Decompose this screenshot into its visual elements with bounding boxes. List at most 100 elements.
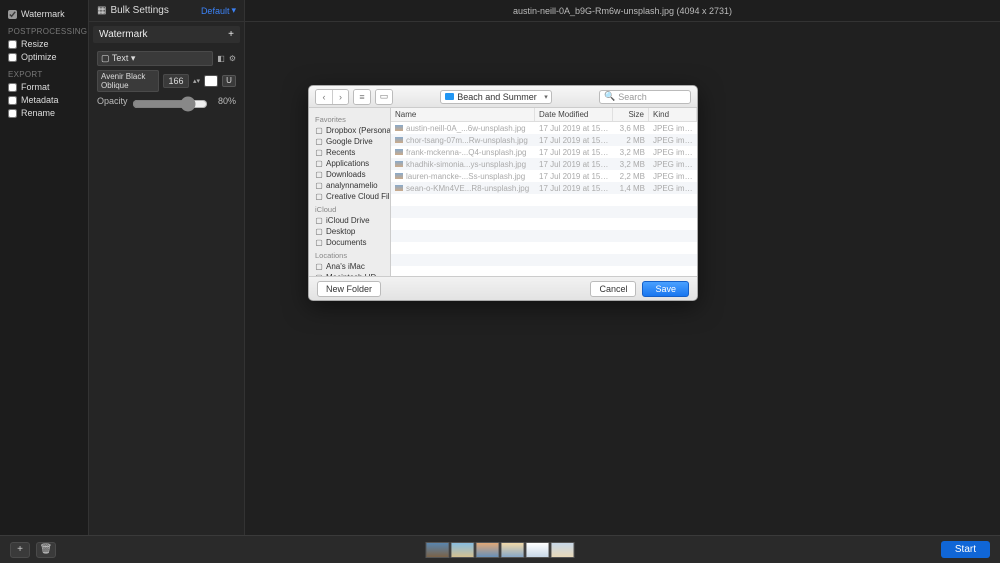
left-sidebar: Watermark POSTPROCESSING Resize Optimize… <box>0 0 88 535</box>
bottom-bar: + 🗑 Start <box>0 535 1000 563</box>
sidebar-item-metadata[interactable]: Metadata <box>8 95 80 105</box>
folder-dropdown[interactable]: Beach and Summer <box>440 90 552 104</box>
sidebar-heading: Favorites <box>309 112 390 125</box>
file-row[interactable]: khadhik-simonia...ys-unsplash.jpg17 Jul … <box>391 158 697 170</box>
search-icon: 🔍 <box>604 91 615 102</box>
col-date[interactable]: Date Modified <box>535 108 613 121</box>
thumbnail-icon <box>395 161 403 167</box>
sidebar-item-icloud[interactable]: ▢Documents <box>309 237 390 248</box>
thumbnail-icon <box>395 149 403 155</box>
checkbox-format[interactable] <box>8 83 17 92</box>
filmstrip-thumb[interactable] <box>451 542 475 558</box>
filmstrip-thumb[interactable] <box>526 542 550 558</box>
gear-icon[interactable]: ⚙ <box>229 54 236 63</box>
new-folder-button[interactable]: New Folder <box>317 281 381 297</box>
cancel-button[interactable]: Cancel <box>590 281 636 297</box>
sidebar-item-favorite[interactable]: ▢Downloads <box>309 169 390 180</box>
opacity-label: Opacity <box>97 96 128 106</box>
file-row-empty <box>391 254 697 266</box>
sidebar-item-favorite[interactable]: ▢Applications <box>309 158 390 169</box>
watermark-group-header[interactable]: Watermark + <box>93 26 240 43</box>
sidebar-item-favorite[interactable]: ▢Recents <box>309 147 390 158</box>
file-row-empty <box>391 242 697 254</box>
checkbox-resize[interactable] <box>8 40 17 49</box>
stepper-icon[interactable]: ▴▾ <box>193 77 200 85</box>
canvas-filename: austin-neill-0A_b9G-Rm6w-unsplash.jpg (4… <box>513 6 732 16</box>
add-button[interactable]: + <box>10 542 30 558</box>
file-list: Name Date Modified Size Kind austin-neil… <box>391 108 697 276</box>
file-row[interactable]: sean-o-KMn4VE...R8-unsplash.jpg17 Jul 20… <box>391 182 697 194</box>
folder-icon: ▢ <box>315 149 323 157</box>
file-row[interactable]: frank-mckenna-...Q4-unsplash.jpg17 Jul 2… <box>391 146 697 158</box>
checkbox-watermark[interactable] <box>8 10 17 19</box>
sidebar-item-location[interactable]: ▢Ana's iMac <box>309 261 390 272</box>
col-kind[interactable]: Kind <box>649 108 697 121</box>
filmstrip-thumb[interactable] <box>501 542 525 558</box>
sidebar-item-icloud[interactable]: ▢Desktop <box>309 226 390 237</box>
file-row[interactable]: lauren-mancke-...Ss-unsplash.jpg17 Jul 2… <box>391 170 697 182</box>
nav-back-forward[interactable]: ‹ › <box>315 89 349 105</box>
align-icon[interactable]: ◧ <box>217 54 225 63</box>
color-picker[interactable] <box>204 75 218 87</box>
opacity-value: 80% <box>212 96 236 106</box>
forward-button[interactable]: › <box>332 90 348 104</box>
col-size[interactable]: Size <box>613 108 649 121</box>
filmstrip-thumb[interactable] <box>476 542 500 558</box>
watermark-group: Watermark + ▢ Text ▾ ◧ ⚙ Avenir Black Ob… <box>93 26 240 116</box>
sidebar-item-optimize[interactable]: Optimize <box>8 52 80 62</box>
dialog-toolbar: ‹ › ≡ ▭ Beach and Summer 🔍 Search <box>309 86 697 108</box>
sidebar-item-favorite[interactable]: ▢Creative Cloud Files <box>309 191 390 202</box>
sidebar-heading: Locations <box>309 248 390 261</box>
file-row[interactable]: austin-neill-0A_...6w-unsplash.jpg17 Jul… <box>391 122 697 134</box>
folder-name: Beach and Summer <box>457 92 537 102</box>
sidebar-item-rename[interactable]: Rename <box>8 108 80 118</box>
filmstrip-thumb[interactable] <box>551 542 575 558</box>
file-row[interactable]: chor-tsang-07m...Rw-unsplash.jpg17 Jul 2… <box>391 134 697 146</box>
folder-icon <box>445 93 454 100</box>
preset-dropdown[interactable]: Default▾ <box>201 5 236 16</box>
sidebar-item-resize[interactable]: Resize <box>8 39 80 49</box>
list-view-icon[interactable]: ≡ <box>354 90 370 104</box>
checkbox-metadata[interactable] <box>8 96 17 105</box>
back-button[interactable]: ‹ <box>316 90 332 104</box>
filmstrip-thumb[interactable] <box>426 542 450 558</box>
column-headers[interactable]: Name Date Modified Size Kind <box>391 108 697 122</box>
thumbnail-icon <box>395 173 403 179</box>
search-field[interactable]: 🔍 Search <box>599 90 691 104</box>
start-button[interactable]: Start <box>941 541 990 558</box>
thumbnail-icon <box>395 125 403 131</box>
opacity-slider[interactable] <box>132 96 208 112</box>
save-button[interactable]: Save <box>642 281 689 297</box>
sidebar-item-favorite[interactable]: ▢analynnamelio <box>309 180 390 191</box>
view-mode-group[interactable]: ≡ <box>353 89 371 105</box>
sidebar-item-favorite[interactable]: ▢Google Drive <box>309 136 390 147</box>
watermark-type-select[interactable]: ▢ Text ▾ <box>97 51 213 66</box>
group-title: Watermark <box>99 29 148 40</box>
filmstrip[interactable] <box>426 542 575 558</box>
checkbox-rename[interactable] <box>8 109 17 118</box>
folder-button[interactable]: ▭ <box>376 90 392 104</box>
sidebar-item-icloud[interactable]: ▢iCloud Drive <box>309 215 390 226</box>
sidebar-heading: iCloud <box>309 202 390 215</box>
canvas-titlebar: austin-neill-0A_b9G-Rm6w-unsplash.jpg (4… <box>245 0 1000 22</box>
font-size-input[interactable] <box>163 74 189 88</box>
folder-icon: ▢ <box>315 160 323 168</box>
file-row-empty <box>391 206 697 218</box>
settings-header: ▦Bulk Settings Default▾ <box>89 0 244 22</box>
folder-icon: ▢ <box>315 263 323 271</box>
folder-icon: ▢ <box>315 127 323 135</box>
font-select[interactable]: Avenir Black Oblique <box>97 70 159 92</box>
sidebar-item-favorite[interactable]: ▢Dropbox (Personal) <box>309 125 390 136</box>
grid-icon: ▦ <box>97 5 106 16</box>
col-name[interactable]: Name <box>391 108 535 121</box>
sidebar-item-watermark[interactable]: Watermark <box>8 9 80 19</box>
underline-button[interactable]: U <box>222 75 236 87</box>
file-row-empty <box>391 218 697 230</box>
trash-button[interactable]: 🗑 <box>36 542 56 558</box>
folder-icon: ▢ <box>315 217 323 225</box>
plus-icon[interactable]: + <box>228 29 234 40</box>
search-placeholder: Search <box>618 92 647 102</box>
sidebar-item-format[interactable]: Format <box>8 82 80 92</box>
checkbox-optimize[interactable] <box>8 53 17 62</box>
folder-icon: ▢ <box>315 193 323 201</box>
